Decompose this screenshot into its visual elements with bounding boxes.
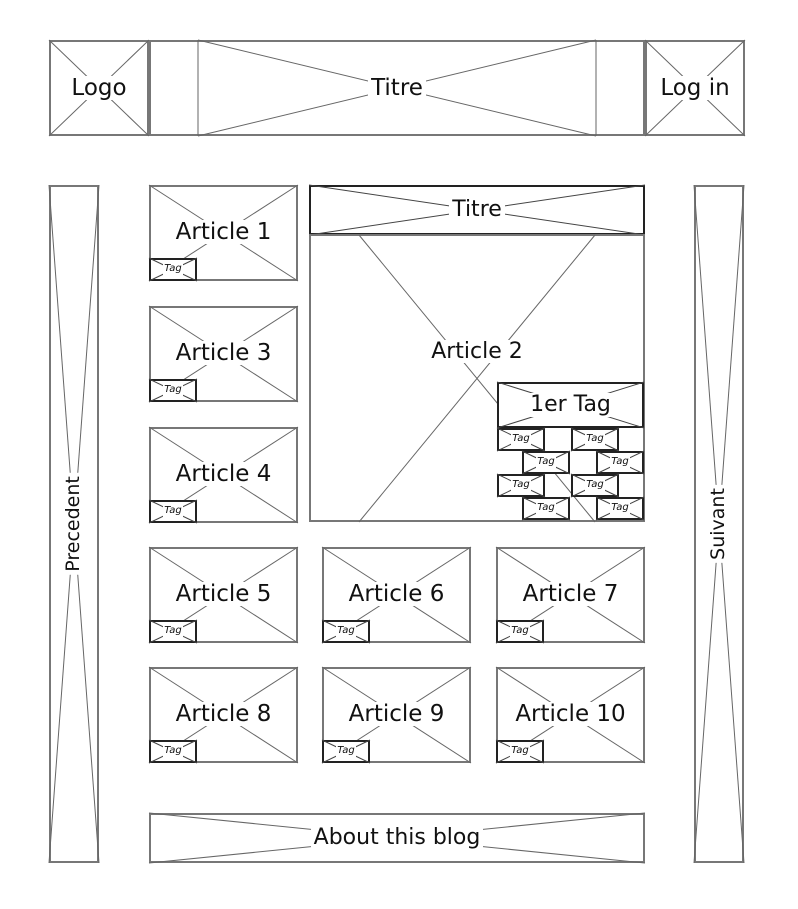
image-placeholder-icon [48,184,100,864]
image-placeholder-icon [321,619,371,644]
tag-button[interactable]: Tag [148,499,198,524]
image-placeholder-icon [148,378,198,403]
previous-button[interactable]: Precedent [48,184,100,864]
tag-button[interactable]: Tag [570,473,620,498]
tag-button[interactable]: Tag [496,473,546,498]
image-placeholder-icon [148,739,198,764]
image-placeholder-icon [495,619,545,644]
tag-button[interactable]: Tag [496,427,546,452]
featured-article-title[interactable]: Titre [308,184,646,236]
image-placeholder-icon [148,619,198,644]
tag-button[interactable]: Tag [521,496,571,521]
tag-button[interactable]: Tag [148,619,198,644]
tag-button[interactable]: Tag [321,739,371,764]
page-title-placeholder: Titre [149,39,645,137]
tag-button[interactable]: Tag [595,496,645,521]
tag-button[interactable]: Tag [595,450,645,475]
tag-button[interactable]: Tag [148,257,198,282]
tag-button[interactable]: Tag [148,739,198,764]
image-placeholder-icon [148,499,198,524]
image-placeholder-icon [496,381,645,429]
image-placeholder-icon [148,812,646,864]
image-placeholder-icon [570,473,620,498]
tag-button[interactable]: Tag [321,619,371,644]
image-placeholder-icon [570,427,620,452]
first-tag-button[interactable]: 1er Tag [496,381,645,429]
image-placeholder-icon [495,739,545,764]
image-placeholder-icon [48,39,150,137]
image-placeholder-icon [644,39,746,137]
image-placeholder-icon [595,496,645,521]
image-placeholder-icon [693,184,745,864]
image-placeholder-icon [496,473,546,498]
image-placeholder-icon [521,450,571,475]
image-placeholder-icon [595,450,645,475]
title-placeholder-graphic [149,39,645,137]
login-button[interactable]: Log in [644,39,746,137]
tag-button[interactable]: Tag [148,378,198,403]
tag-button[interactable]: Tag [495,739,545,764]
tag-button[interactable]: Tag [495,619,545,644]
logo-placeholder[interactable]: Logo [48,39,150,137]
image-placeholder-icon [496,427,546,452]
image-placeholder-icon [321,739,371,764]
image-placeholder-icon [521,496,571,521]
image-placeholder-icon [148,257,198,282]
about-blog-link[interactable]: About this blog [148,812,646,864]
image-placeholder-icon [308,184,646,236]
tag-button[interactable]: Tag [521,450,571,475]
next-button[interactable]: Suivant [693,184,745,864]
tag-button[interactable]: Tag [570,427,620,452]
